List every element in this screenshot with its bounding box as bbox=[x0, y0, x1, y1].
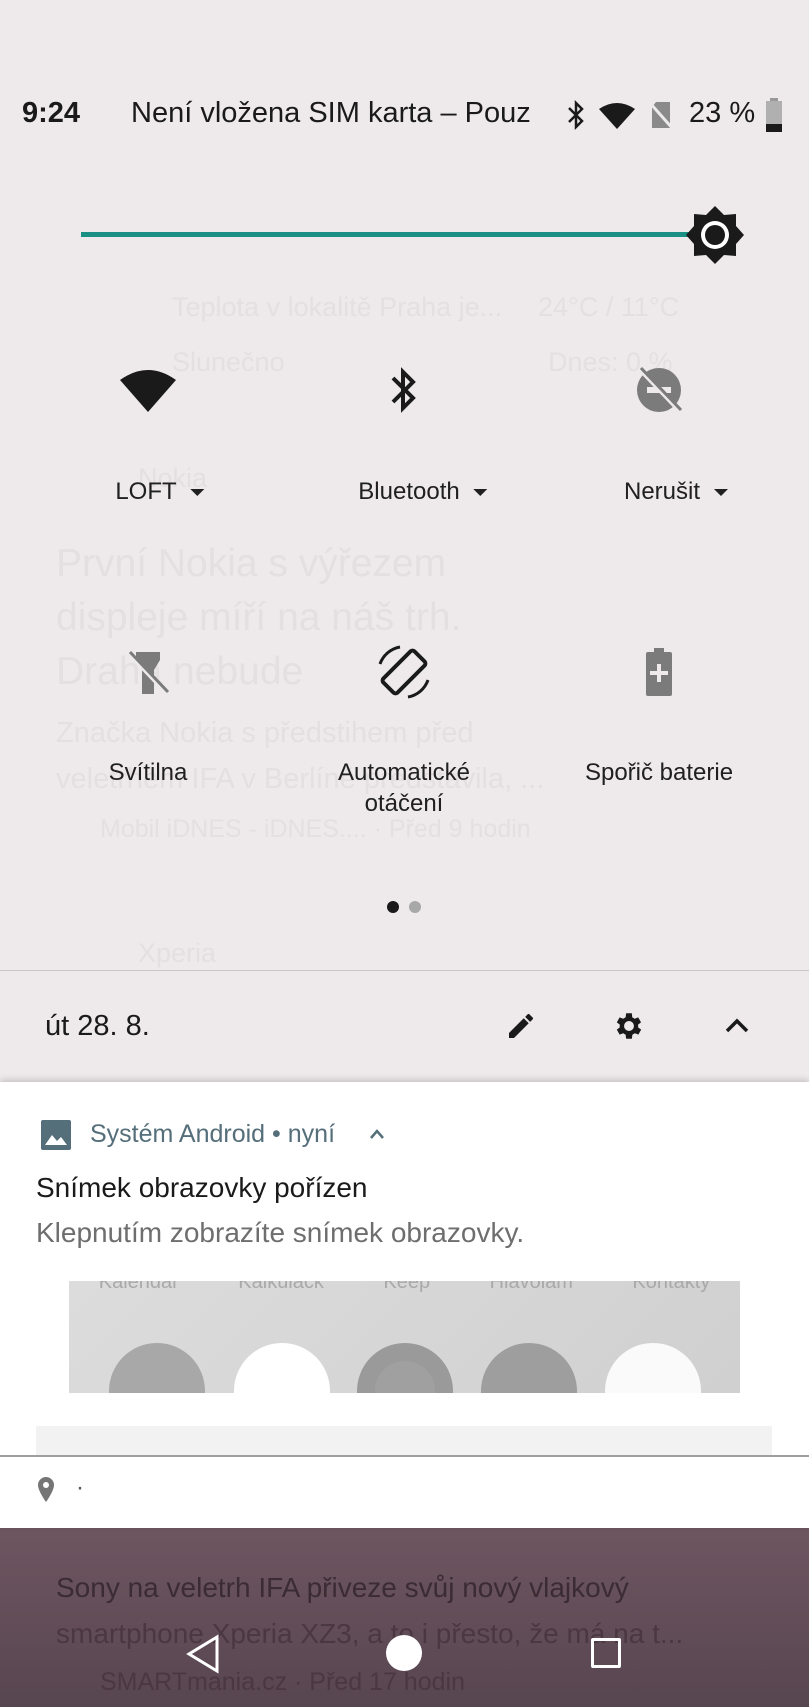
preview-label: Kontakty bbox=[632, 1281, 711, 1293]
label: Nerušit bbox=[623, 478, 701, 505]
recents-icon[interactable] bbox=[591, 1638, 621, 1668]
dropdown-icon bbox=[190, 489, 205, 497]
settings-icon[interactable] bbox=[612, 1009, 646, 1043]
brightness-thumb-icon[interactable] bbox=[686, 206, 744, 264]
time: nyní bbox=[287, 1120, 336, 1148]
battery-percent: 23 % bbox=[689, 97, 756, 129]
brightness-slider[interactable] bbox=[81, 232, 715, 237]
location-icon bbox=[38, 1477, 54, 1502]
home-icon[interactable] bbox=[386, 1635, 422, 1671]
page-dot-active bbox=[387, 901, 399, 913]
wifi-icon bbox=[120, 370, 176, 412]
carrier-text: Není vložena SIM karta – Pouz bbox=[131, 97, 531, 129]
bg-snippet2a: Sony na veletrh IFA přiveze svůj nový vl… bbox=[56, 1572, 629, 1603]
label-line1: Automatické bbox=[337, 759, 471, 786]
flashlight-off-icon bbox=[126, 650, 170, 696]
do-not-disturb-icon bbox=[637, 366, 683, 414]
status-time: 9:24 bbox=[22, 97, 81, 129]
preview-label: Hlavolam bbox=[489, 1281, 573, 1293]
bg-weather-sub: Slunečno bbox=[172, 347, 285, 377]
location-text: · bbox=[76, 1474, 84, 1501]
divider bbox=[0, 970, 809, 971]
preview-app-icon bbox=[109, 1343, 205, 1393]
no-sim-icon bbox=[648, 102, 674, 130]
preview-label: Kalkulačk bbox=[238, 1281, 324, 1293]
preview-labels: Kalendář Kalkulačk Keep Hlavolam Kontakty bbox=[69, 1281, 740, 1294]
screenshot-preview[interactable]: Kalendář Kalkulačk Keep Hlavolam Kontakty bbox=[69, 1281, 740, 1393]
tile-bluetooth-label[interactable]: Bluetooth bbox=[358, 476, 488, 507]
app-name: Systém Android bbox=[90, 1120, 266, 1148]
preview-app-icon bbox=[481, 1343, 577, 1393]
preview-app-icon bbox=[357, 1343, 453, 1393]
notification-text: Klepnutím zobrazíte snímek obrazovky. bbox=[36, 1217, 525, 1248]
battery-icon bbox=[766, 98, 782, 132]
preview-label: Keep bbox=[383, 1281, 431, 1293]
date: út 28. 8. bbox=[45, 1010, 150, 1042]
bg-meta1: Mobil iDNES - iDNES.... · Před 9 hodin bbox=[100, 815, 531, 843]
page-dot bbox=[409, 901, 421, 913]
preview-label: Kalendář bbox=[98, 1281, 179, 1293]
notification-header: Systém Android • nyní bbox=[90, 1120, 335, 1149]
bluetooth-icon bbox=[391, 367, 416, 413]
collapse-icon[interactable] bbox=[722, 1015, 752, 1037]
image-icon bbox=[41, 1120, 71, 1150]
preview-app-icon bbox=[605, 1343, 701, 1393]
back-icon[interactable] bbox=[185, 1634, 221, 1674]
wifi-icon bbox=[599, 103, 635, 129]
bg-snippet2b: smartphone Xperia XZ3, a to i přesto, že… bbox=[56, 1618, 684, 1649]
divider bbox=[0, 1455, 809, 1457]
tile-dnd-label[interactable]: Nerušit bbox=[623, 476, 729, 507]
notification-actions-bar bbox=[36, 1426, 772, 1455]
dropdown-icon bbox=[714, 489, 729, 497]
bg-snippet1: Značka Nokia s předstihem před veletrhem… bbox=[56, 717, 545, 795]
tile-wifi-label[interactable]: LOFT bbox=[115, 476, 205, 507]
notification-panel: Systém Android • nyní Snímek obrazovky p… bbox=[0, 1082, 809, 1528]
bg-meta2: SMARTmania.cz · Před 17 hodin bbox=[100, 1668, 465, 1696]
label-line2: otáčení bbox=[364, 790, 444, 817]
bg-temp: 24°C / 11°C bbox=[538, 292, 680, 322]
tile-auto-rotate-label[interactable]: Automatické otáčení bbox=[338, 757, 470, 819]
bg-source2: Xperia bbox=[138, 938, 217, 968]
battery-saver-icon bbox=[646, 648, 672, 696]
bluetooth-icon bbox=[568, 100, 584, 130]
screenshot-notification[interactable]: Systém Android • nyní Snímek obrazovky p… bbox=[0, 1082, 809, 1455]
bg-weather: Teplota v lokalitě Praha je... bbox=[172, 292, 503, 322]
notification-title: Snímek obrazovky pořízen bbox=[36, 1172, 368, 1203]
label: Bluetooth bbox=[358, 478, 460, 505]
tile-battery-saver-label[interactable]: Spořič baterie bbox=[585, 757, 733, 788]
separator: • bbox=[272, 1120, 281, 1148]
tile-flashlight-label[interactable]: Svítilna bbox=[109, 757, 188, 788]
quick-settings-panel: Teplota v lokalitě Praha je... Slunečno … bbox=[0, 0, 809, 1082]
dropdown-icon bbox=[473, 489, 488, 497]
preview-app-icon bbox=[234, 1343, 330, 1393]
edit-icon[interactable] bbox=[505, 1010, 537, 1042]
label: LOFT bbox=[115, 478, 177, 505]
expand-chevron-icon[interactable] bbox=[367, 1126, 387, 1142]
launcher-background: Sony na veletrh IFA přiveze svůj nový vl… bbox=[0, 1528, 809, 1707]
auto-rotate-icon bbox=[378, 645, 430, 699]
